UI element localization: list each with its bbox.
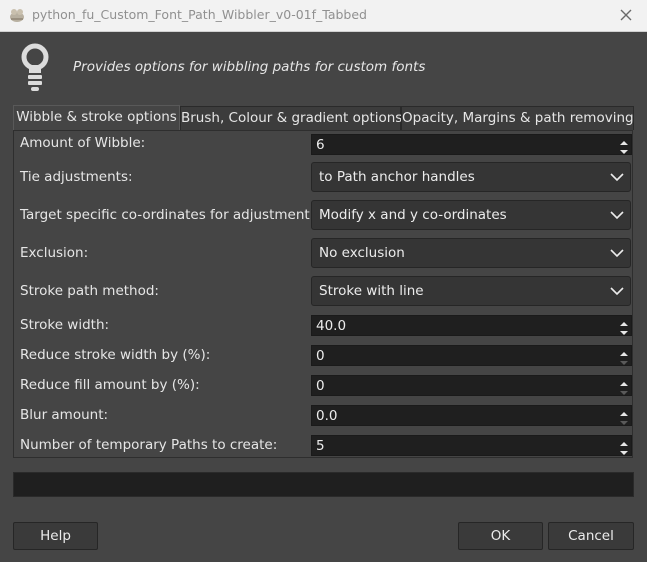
exclusion-label: Exclusion: [20,245,89,261]
stroke-method-dropdown[interactable]: Stroke with line [311,276,631,306]
reduce-stroke-input[interactable] [312,346,610,365]
blur-amount-label: Blur amount: [20,407,109,423]
stroke-width-label: Stroke width: [20,317,110,333]
chevron-down-icon [610,247,624,263]
cancel-button[interactable]: Cancel [548,522,634,550]
temp-paths-label: Number of temporary Paths to create: [20,437,278,453]
target-coords-value: Modify x and y co-ordinates [319,207,507,223]
blur-amount-input[interactable] [312,406,610,425]
exclusion-value: No exclusion [319,245,405,261]
title-bar: python_fu_Custom_Font_Path_Wibbler_v0-01… [0,0,647,32]
chevron-down-icon [610,171,624,187]
temp-paths-spinner [311,435,632,456]
target-coords-dropdown[interactable]: Modify x and y co-ordinates [311,200,631,230]
plugin-description: Provides options for wibbling paths for … [73,59,426,75]
progress-bar [13,472,634,497]
reduce-fill-label: Reduce fill amount by (%): [20,377,200,393]
ok-button[interactable]: OK [458,522,543,550]
decrement-icon[interactable] [617,386,631,395]
close-icon[interactable] [615,4,637,26]
stroke-method-value: Stroke with line [319,283,424,299]
increment-icon[interactable] [617,436,631,446]
amount-of-wibble-spinner [311,134,632,155]
tab-wibble-stroke[interactable]: Wibble & stroke options [13,105,180,131]
reduce-stroke-spinner [311,345,632,366]
stroke-method-label: Stroke path method: [20,283,159,299]
stroke-width-input[interactable] [312,316,610,335]
amount-of-wibble-input[interactable] [312,135,610,154]
help-button[interactable]: Help [13,522,98,550]
increment-icon[interactable] [617,346,631,356]
lightbulb-icon [20,43,54,97]
reduce-fill-spinner [311,375,632,396]
decrement-icon[interactable] [617,446,631,455]
gimp-app-icon [8,7,26,23]
tie-adjustments-label: Tie adjustments: [20,169,133,185]
tie-adjustments-dropdown[interactable]: to Path anchor handles [311,162,631,192]
tie-adjustments-value: to Path anchor handles [319,169,475,185]
amount-of-wibble-label: Amount of Wibble: [20,135,146,151]
reduce-stroke-label: Reduce stroke width by (%): [20,347,211,363]
increment-icon[interactable] [617,376,631,386]
tab-opacity-margins[interactable]: Opacity, Margins & path removing [401,106,634,130]
decrement-icon[interactable] [617,145,631,154]
decrement-icon[interactable] [617,356,631,365]
exclusion-dropdown[interactable]: No exclusion [311,238,631,268]
temp-paths-input[interactable] [312,436,610,455]
blur-amount-spinner [311,405,632,426]
decrement-icon[interactable] [617,326,631,335]
decrement-icon[interactable] [617,416,631,425]
reduce-fill-input[interactable] [312,376,610,395]
increment-icon[interactable] [617,135,631,145]
increment-icon[interactable] [617,406,631,416]
tab-brush-colour-gradient[interactable]: Brush, Colour & gradient options [180,106,402,130]
chevron-down-icon [610,285,624,301]
increment-icon[interactable] [617,316,631,326]
chevron-down-icon [610,209,624,225]
stroke-width-spinner [311,315,632,336]
target-coords-label: Target specific co-ordinates for adjustm… [20,207,315,223]
window-title: python_fu_Custom_Font_Path_Wibbler_v0-01… [32,7,367,22]
